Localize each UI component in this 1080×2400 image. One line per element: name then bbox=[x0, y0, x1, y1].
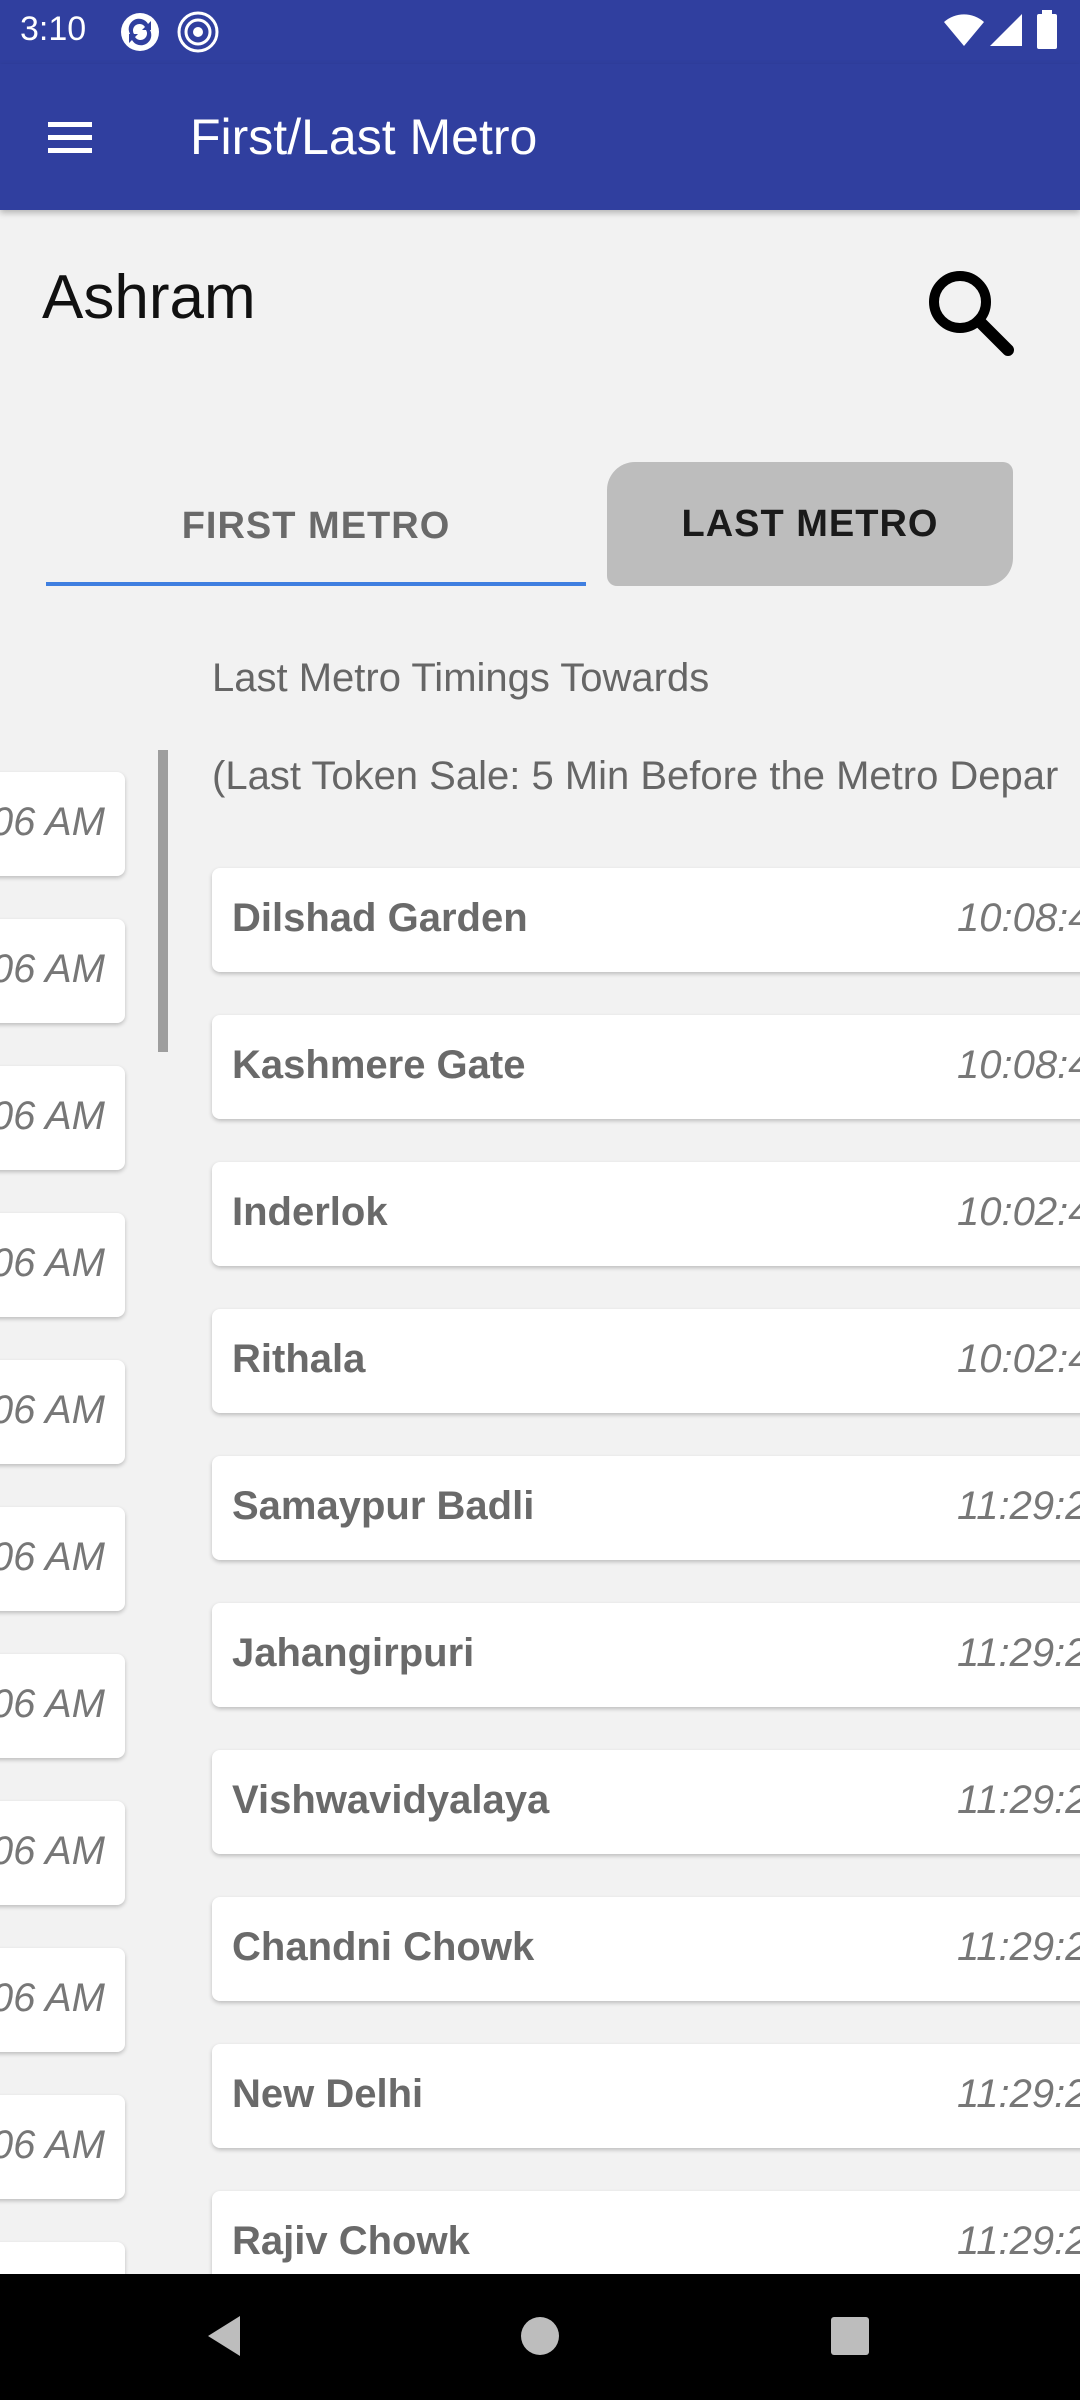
first-metro-time: 06 AM bbox=[0, 1535, 105, 1579]
status-bar: 3:10 bbox=[0, 0, 1080, 64]
first-metro-card[interactable]: 06 AM bbox=[0, 772, 125, 876]
row-station-name: Kashmere Gate bbox=[232, 1043, 526, 1087]
first-metro-time: 06 AM bbox=[0, 1241, 105, 1285]
row-station-name: Samaypur Badli bbox=[232, 1484, 535, 1528]
row-departure-time: 10:02:4 bbox=[957, 1190, 1080, 1234]
station-row[interactable]: New Delhi 11:29:2 bbox=[212, 2044, 1080, 2148]
row-station-name: New Delhi bbox=[232, 2072, 424, 2116]
first-metro-card[interactable]: 06 AM bbox=[0, 919, 125, 1023]
station-row[interactable]: Jahangirpuri 11:29:2 bbox=[212, 1603, 1080, 1707]
first-metro-time: 06 AM bbox=[0, 1976, 105, 2020]
tab-indicator bbox=[46, 582, 586, 586]
first-metro-card[interactable]: 06 AM bbox=[0, 1360, 125, 1464]
row-departure-time: 10:08:4 bbox=[957, 1043, 1080, 1087]
wifi-icon bbox=[944, 14, 984, 46]
row-departure-time: 10:08:4 bbox=[957, 896, 1080, 940]
row-departure-time: 10:02:4 bbox=[957, 1337, 1080, 1381]
signal-icon bbox=[990, 14, 1022, 46]
first-metro-card[interactable]: 06 AM bbox=[0, 1948, 125, 2052]
row-departure-time: 11:29:2 bbox=[957, 2072, 1080, 2116]
row-departure-time: 11:29:2 bbox=[957, 1778, 1080, 1822]
app-title: First/Last Metro bbox=[190, 109, 538, 165]
station-row[interactable]: Vishwavidyalaya 11:29:2 bbox=[212, 1750, 1080, 1854]
first-metro-time: 06 AM bbox=[0, 800, 105, 844]
tab-first-metro[interactable]: FIRST METRO bbox=[46, 466, 586, 586]
recents-icon[interactable] bbox=[818, 2304, 882, 2368]
row-departure-time: 11:29:2 bbox=[957, 1925, 1080, 1969]
first-metro-card[interactable]: 06 AM bbox=[0, 1213, 125, 1317]
station-name: Ashram bbox=[42, 263, 256, 332]
row-station-name: Rajiv Chowk bbox=[232, 2219, 470, 2263]
row-station-name: Chandni Chowk bbox=[232, 1925, 535, 1969]
scroll-indicator bbox=[158, 750, 168, 1052]
home-icon[interactable] bbox=[508, 2304, 572, 2368]
row-station-name: Jahangirpuri bbox=[232, 1631, 475, 1675]
target-app-icon bbox=[177, 11, 219, 53]
row-departure-time: 11:29:2 bbox=[957, 2219, 1080, 2263]
system-nav-bar bbox=[0, 2274, 1080, 2400]
token-sale-note: (Last Token Sale: 5 Min Before the Metro… bbox=[212, 754, 1059, 798]
first-metro-time: 06 AM bbox=[0, 1829, 105, 1873]
first-metro-card[interactable]: 06 AM bbox=[0, 2095, 125, 2199]
hamburger-menu-icon[interactable] bbox=[42, 110, 98, 166]
station-row[interactable]: Dilshad Garden 10:08:4 bbox=[212, 868, 1080, 972]
tab-last-metro[interactable]: LAST METRO bbox=[607, 462, 1013, 586]
station-row[interactable]: Samaypur Badli 11:29:2 bbox=[212, 1456, 1080, 1560]
first-metro-time: 06 AM bbox=[0, 947, 105, 991]
first-metro-time: 06 AM bbox=[0, 1388, 105, 1432]
first-metro-time: 06 AM bbox=[0, 1094, 105, 1138]
row-station-name: Inderlok bbox=[232, 1190, 388, 1234]
station-row[interactable]: Rithala 10:02:4 bbox=[212, 1309, 1080, 1413]
row-station-name: Rithala bbox=[232, 1337, 366, 1381]
app-bar: First/Last Metro bbox=[0, 64, 1080, 210]
first-metro-time: 06 AM bbox=[0, 2123, 105, 2167]
row-departure-time: 11:29:2 bbox=[957, 1484, 1080, 1528]
status-time: 3:10 bbox=[20, 10, 87, 48]
first-metro-card[interactable]: 06 AM bbox=[0, 1066, 125, 1170]
battery-icon bbox=[1037, 10, 1057, 49]
search-icon[interactable] bbox=[920, 262, 1020, 362]
first-metro-card[interactable]: 06 AM bbox=[0, 1801, 125, 1905]
first-metro-time: 06 AM bbox=[0, 1682, 105, 1726]
sync-app-icon bbox=[121, 13, 159, 51]
timings-heading: Last Metro Timings Towards bbox=[212, 656, 710, 700]
app-screen: 3:10 First/Last Metro Ashram FIRST METRO… bbox=[0, 0, 1080, 2400]
station-row[interactable]: Kashmere Gate 10:08:4 bbox=[212, 1015, 1080, 1119]
row-station-name: Vishwavidyalaya bbox=[232, 1778, 550, 1822]
station-row[interactable]: Chandni Chowk 11:29:2 bbox=[212, 1897, 1080, 2001]
back-icon[interactable] bbox=[194, 2304, 258, 2368]
first-metro-card[interactable]: 06 AM bbox=[0, 1654, 125, 1758]
first-metro-card[interactable]: 06 AM bbox=[0, 1507, 125, 1611]
row-departure-time: 11:29:2 bbox=[957, 1631, 1080, 1675]
row-station-name: Dilshad Garden bbox=[232, 896, 528, 940]
station-row[interactable]: Inderlok 10:02:4 bbox=[212, 1162, 1080, 1266]
